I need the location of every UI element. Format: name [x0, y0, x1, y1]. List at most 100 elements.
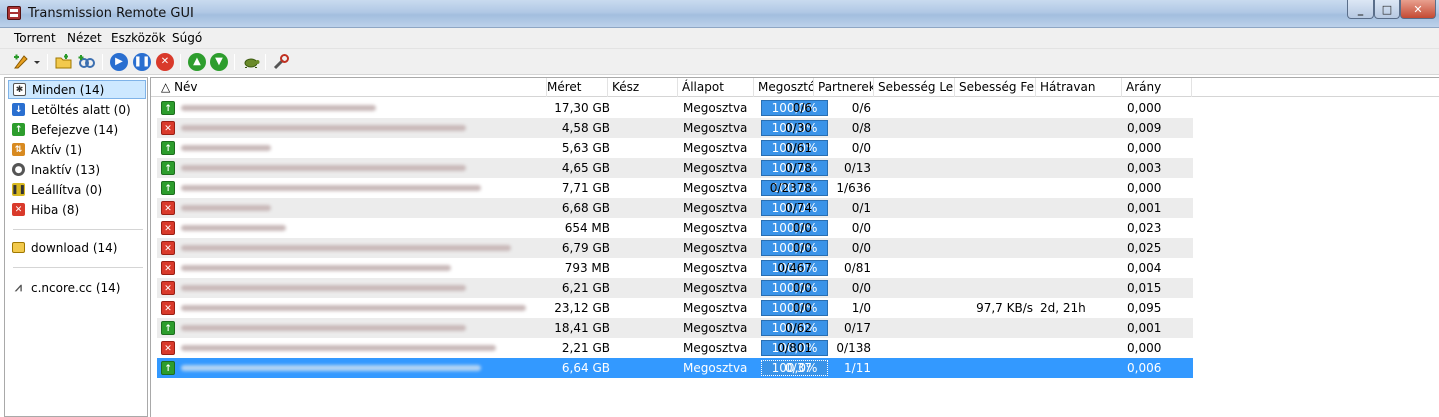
maximize-button[interactable]: □	[1374, 0, 1400, 19]
move-down-icon[interactable]: ▼	[210, 53, 228, 71]
sidebar-item-folder-download[interactable]: download (14)	[8, 238, 146, 257]
move-up-icon[interactable]: ▲	[188, 53, 206, 71]
torrent-row[interactable]: ↑ 7,71 GB 100,0% Megosztva 0/2378 1/636 0,000	[157, 178, 1193, 198]
sidebar-item-inactive[interactable]: ● Inaktív (13)	[8, 160, 146, 179]
column-header-up-speed[interactable]: Sebesség Fel	[955, 78, 1036, 97]
torrent-state: Megosztva	[683, 201, 748, 215]
torrent-up-speed	[961, 118, 1033, 138]
torrent-seeds: 0/37	[785, 361, 812, 375]
torrent-peers: 1/11	[844, 361, 871, 375]
sidebar-item-stopped[interactable]: ❚❚ Leállítva (0)	[8, 180, 146, 199]
torrent-row[interactable]: ✕ 654 MB 100,0% Megosztva 0/0 0/0 0,023	[157, 218, 1193, 238]
toolbar-separator	[102, 54, 103, 70]
torrent-seeds: 0/467	[777, 261, 812, 275]
torrent-row[interactable]: ✕ 23,12 GB 100,0% Megosztva 0/0 1/0 97,7 KB/s 2…	[157, 298, 1193, 318]
torrent-peers: 0/0	[851, 241, 871, 255]
torrent-ratio: 0,000	[1127, 141, 1162, 155]
torrent-size: 6,21 GB	[561, 281, 610, 295]
remove-icon[interactable]: ✕	[156, 53, 174, 71]
torrent-state: Megosztva	[683, 321, 748, 335]
torrent-size: 4,58 GB	[561, 121, 610, 135]
title-bar: Transmission Remote GUI _ □ ✕	[0, 0, 1439, 28]
menu-bar: Torrent Nézet Eszközök Súgó	[0, 28, 1439, 49]
torrent-up-speed: 97,7 KB/s	[976, 301, 1033, 315]
torrent-row[interactable]: ✕ 4,58 GB 100,0% Megosztva 0/30 0/8 0,009	[157, 118, 1193, 138]
minimize-button[interactable]: _	[1347, 0, 1374, 19]
add-torrent-icon[interactable]	[12, 53, 30, 71]
column-header-ratio[interactable]: Arány	[1122, 78, 1192, 97]
torrent-eta: 2d, 21h	[1040, 301, 1086, 315]
torrent-peers: 0/0	[851, 281, 871, 295]
sidebar-item-tracker[interactable]: ⩘ c.ncore.cc (14)	[8, 278, 146, 297]
open-folder-icon[interactable]	[55, 53, 73, 71]
window-title: Transmission Remote GUI	[28, 6, 194, 21]
column-header-size[interactable]: Méret	[543, 78, 608, 97]
sidebar-divider	[13, 229, 143, 230]
close-button[interactable]: ✕	[1400, 0, 1436, 19]
torrent-down-speed	[880, 138, 956, 158]
error-status-icon: ✕	[161, 201, 175, 215]
torrent-name-redacted	[181, 105, 376, 111]
torrent-up-speed	[961, 218, 1033, 238]
settings-icon[interactable]	[272, 53, 290, 71]
turtle-mode-icon[interactable]	[242, 53, 260, 71]
sidebar-item-error[interactable]: ✕ Hiba (8)	[8, 200, 146, 219]
torrent-eta	[1040, 238, 1120, 258]
torrent-row[interactable]: ↑ 6,64 GB 100,0% Megosztva 0/37 1/11 0,006	[157, 358, 1193, 378]
all-icon: ✱	[13, 83, 26, 96]
error-status-icon: ✕	[161, 281, 175, 295]
column-header-name[interactable]: △ Név	[157, 78, 547, 97]
torrent-row[interactable]: ✕ 6,68 GB 100,0% Megosztva 0/74 0/1 0,001	[157, 198, 1193, 218]
column-header-peers[interactable]: Partnerek	[814, 78, 874, 97]
torrent-row[interactable]: ✕ 2,21 GB 100,0% Megosztva 0/801 0/138 0,000	[157, 338, 1193, 358]
sidebar-item-completed[interactable]: ↑ Befejezve (14)	[8, 120, 146, 139]
torrent-eta	[1040, 318, 1120, 338]
menu-help[interactable]: Súgó	[172, 31, 202, 45]
start-icon[interactable]: ▶	[110, 53, 128, 71]
stopped-icon: ❚❚	[10, 183, 27, 196]
sidebar-item-label: Aktív (1)	[31, 142, 83, 157]
column-header-down-speed[interactable]: Sebesség Le	[874, 78, 955, 97]
torrent-down-speed	[880, 158, 956, 178]
torrent-row[interactable]: ↑ 17,30 GB 100,0% Megosztva 0/6 0/6 0,000	[157, 98, 1193, 118]
torrent-row[interactable]: ↑ 5,63 GB 100,0% Megosztva 0/61 0/0 0,000	[157, 138, 1193, 158]
filter-sidebar: ✱ Minden (14) ↓ Letöltés alatt (0) ↑ Bef…	[4, 77, 148, 417]
torrent-row[interactable]: ✕ 6,79 GB 100,0% Megosztva 0/0 0/0 0,025	[157, 238, 1193, 258]
torrent-name-redacted	[181, 145, 271, 151]
torrent-seeds: 0/62	[785, 321, 812, 335]
torrent-eta	[1040, 118, 1120, 138]
menu-tools[interactable]: Eszközök	[111, 31, 166, 45]
menu-torrent[interactable]: Torrent	[14, 31, 56, 45]
sidebar-item-active[interactable]: ⇅ Aktív (1)	[8, 140, 146, 159]
torrent-ratio: 0,000	[1127, 101, 1162, 115]
add-url-icon[interactable]	[78, 53, 96, 71]
toolbar-separator	[234, 54, 235, 70]
torrent-row[interactable]: ↑ 18,41 GB 100,0% Megosztva 0/62 0/17 0,001	[157, 318, 1193, 338]
torrent-ratio: 0,001	[1127, 321, 1162, 335]
torrent-eta	[1040, 278, 1120, 298]
torrent-down-speed	[880, 258, 956, 278]
torrent-eta	[1040, 98, 1120, 118]
torrent-state: Megosztva	[683, 261, 748, 275]
column-header-status[interactable]: Állapot	[678, 78, 754, 97]
column-header-eta[interactable]: Hátravan	[1036, 78, 1122, 97]
torrent-peers: 0/13	[844, 161, 871, 175]
torrent-list: △ Név Méret Kész Állapot Megosztó Partne…	[150, 77, 1439, 417]
torrent-eta	[1040, 338, 1120, 358]
dropdown-arrow-icon[interactable]	[32, 53, 42, 71]
column-header-done[interactable]: Kész	[608, 78, 678, 97]
error-status-icon: ✕	[161, 221, 175, 235]
torrent-row[interactable]: ✕ 793 MB 100,0% Megosztva 0/467 0/81 0,004	[157, 258, 1193, 278]
pause-icon[interactable]: ❚❚	[133, 53, 151, 71]
torrent-row[interactable]: ↑ 4,65 GB 100,0% Megosztva 0/78 0/13 0,003	[157, 158, 1193, 178]
torrent-size: 17,30 GB	[554, 101, 610, 115]
menu-view[interactable]: Nézet	[67, 31, 102, 45]
column-header-seeds[interactable]: Megosztó	[754, 78, 814, 97]
sidebar-item-all[interactable]: ✱ Minden (14)	[8, 80, 146, 99]
sidebar-item-downloading[interactable]: ↓ Letöltés alatt (0)	[8, 100, 146, 119]
torrent-ratio: 0,000	[1127, 341, 1162, 355]
torrent-seeds: 0/0	[792, 221, 812, 235]
torrent-state: Megosztva	[683, 181, 748, 195]
torrent-row[interactable]: ✕ 6,21 GB 100,0% Megosztva 0/0 0/0 0,015	[157, 278, 1193, 298]
torrent-size: 2,21 GB	[561, 341, 610, 355]
